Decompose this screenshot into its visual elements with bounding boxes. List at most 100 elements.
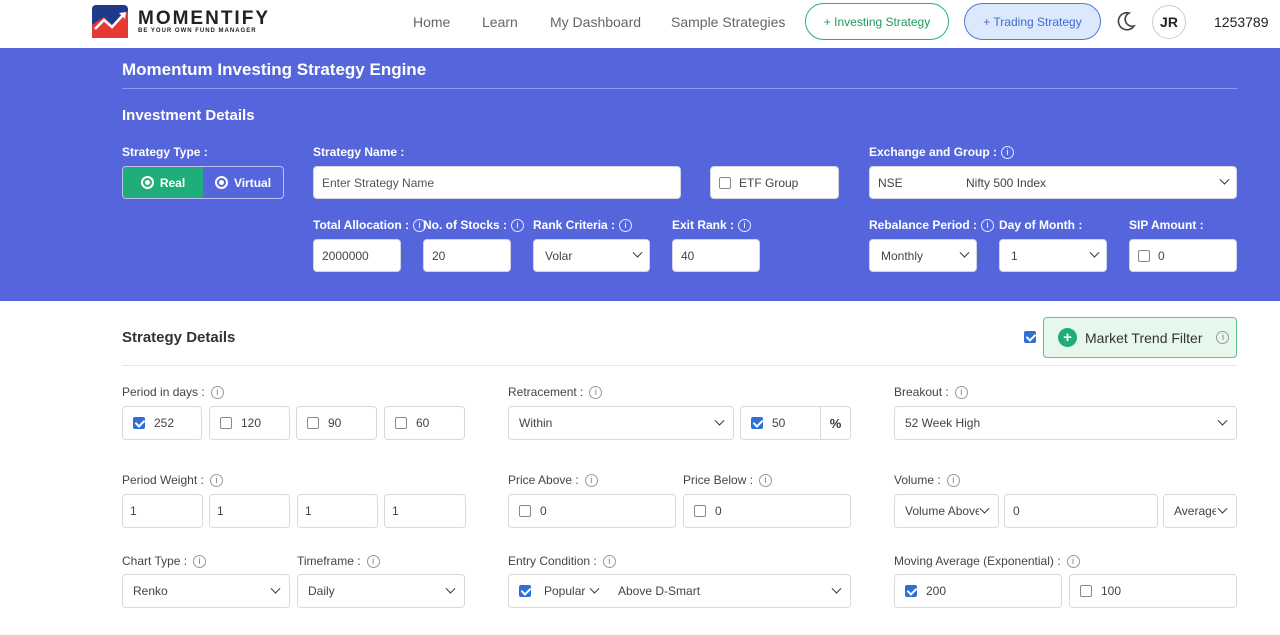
dark-mode-moon-icon[interactable] [1115, 10, 1137, 32]
info-icon[interactable]: i [1216, 331, 1230, 344]
checkbox-icon[interactable] [307, 417, 319, 429]
info-icon[interactable]: i [738, 218, 752, 232]
info-icon[interactable]: i [210, 385, 224, 399]
real-option[interactable]: Real [123, 167, 203, 198]
chevron-down-icon [831, 583, 842, 594]
period-in-days-label: Period in days :i [122, 385, 224, 399]
checkbox-checked-icon[interactable] [519, 585, 531, 597]
brand-tagline: BE YOUR OWN FUND MANAGER [138, 28, 257, 34]
chevron-down-icon [1217, 503, 1228, 514]
strategy-details-heading: Strategy Details [122, 329, 236, 346]
weight-4-input[interactable]: 1 [384, 494, 466, 528]
price-below-label: Price Below :i [683, 473, 773, 487]
exit-rank-input[interactable]: 40 [672, 239, 760, 272]
info-icon[interactable]: i [954, 385, 968, 399]
period-252-field[interactable]: 252 [122, 406, 202, 440]
checkbox-checked-icon[interactable] [751, 417, 763, 429]
day-of-month-select[interactable]: 1 [999, 239, 1107, 272]
retracement-mode-select[interactable]: Within [508, 406, 734, 440]
checkbox-icon[interactable] [220, 417, 232, 429]
info-icon[interactable]: i [584, 473, 598, 487]
investing-strategy-button[interactable]: + Investing Strategy [805, 3, 949, 40]
exchange-group-select[interactable]: NSE Nifty 500 Index [869, 166, 1237, 199]
nav-sample-strategies[interactable]: Sample Strategies [671, 14, 785, 30]
user-avatar[interactable]: JR [1152, 5, 1186, 39]
retracement-value-field[interactable]: 50% [740, 406, 851, 440]
strategy-type-label: Strategy Type : [122, 145, 208, 159]
checkbox-icon[interactable] [395, 417, 407, 429]
momentify-logo-icon[interactable] [92, 5, 128, 38]
total-allocation-input[interactable]: 2000000 [313, 239, 401, 272]
info-icon[interactable]: i [981, 218, 995, 232]
moving-average-label: Moving Average (Exponential) :i [894, 554, 1080, 568]
info-icon[interactable]: i [209, 473, 223, 487]
volume-mode-select[interactable]: Volume Above [894, 494, 999, 528]
virtual-option[interactable]: Virtual [203, 167, 283, 198]
info-icon[interactable]: i [511, 218, 525, 232]
nav-my-dashboard[interactable]: My Dashboard [550, 14, 641, 30]
total-allocation-label: Total Allocation :i [313, 218, 426, 232]
radio-icon [214, 176, 228, 189]
sip-amount-field[interactable]: 0 [1129, 239, 1237, 272]
brand-name[interactable]: MOMENTIFY [138, 8, 270, 30]
checkbox-icon[interactable] [719, 176, 731, 189]
entry-condition-label: Entry Condition :i [508, 554, 616, 568]
info-icon[interactable]: i [193, 554, 207, 568]
weight-3-input[interactable]: 1 [297, 494, 378, 528]
info-icon[interactable]: i [1001, 145, 1015, 159]
group-value: Nifty 500 Index [966, 175, 1047, 190]
percent-unit: % [820, 407, 850, 439]
market-trend-filter-checkbox[interactable] [1024, 331, 1036, 343]
nav-home[interactable]: Home [413, 14, 450, 30]
market-trend-filter-button[interactable]: + Market Trend Filter i [1043, 317, 1237, 358]
checkbox-icon[interactable] [1138, 249, 1150, 262]
timeframe-select[interactable]: Daily [297, 574, 465, 608]
breakout-select[interactable]: 52 Week High [894, 406, 1237, 440]
nav-learn[interactable]: Learn [482, 14, 518, 30]
checkbox-checked-icon[interactable] [133, 417, 145, 429]
price-above-field[interactable]: 0 [508, 494, 676, 528]
entry-category-select[interactable]: Popular [544, 583, 610, 598]
info-icon[interactable]: i [1066, 554, 1080, 568]
checkbox-icon[interactable] [694, 505, 706, 517]
checkbox-icon[interactable] [1080, 585, 1092, 597]
ma-200-field[interactable]: 200 [894, 574, 1062, 608]
plus-circle-icon: + [1058, 328, 1077, 347]
checkbox-checked-icon[interactable] [905, 585, 917, 597]
user-id: 1253789 [1214, 14, 1269, 30]
chevron-down-icon [1217, 415, 1228, 426]
period-90-field[interactable]: 90 [296, 406, 377, 440]
etf-group-checkbox[interactable]: ETF Group [710, 166, 839, 199]
info-icon[interactable]: i [759, 473, 773, 487]
info-icon[interactable]: i [619, 218, 633, 232]
rank-criteria-select[interactable]: Volar [533, 239, 650, 272]
entry-condition-field[interactable]: Popular Above D-Smart [508, 574, 851, 608]
entry-value-select[interactable]: Above D-Smart [618, 583, 842, 598]
volume-aggregate-select[interactable]: Average [1163, 494, 1237, 528]
info-icon[interactable]: i [602, 554, 616, 568]
trading-strategy-button[interactable]: + Trading Strategy [964, 3, 1101, 40]
strategy-name-input[interactable]: Enter Strategy Name [313, 166, 681, 199]
chevron-down-icon [1219, 174, 1230, 185]
weight-2-input[interactable]: 1 [209, 494, 290, 528]
page-title: Momentum Investing Strategy Engine [122, 60, 427, 79]
weight-1-input[interactable]: 1 [122, 494, 203, 528]
chart-type-select[interactable]: Renko [122, 574, 290, 608]
investment-details-heading: Investment Details [122, 107, 255, 124]
volume-value-input[interactable]: 0 [1004, 494, 1158, 528]
info-icon[interactable]: i [589, 385, 603, 399]
radio-selected-icon [140, 176, 154, 189]
period-120-field[interactable]: 120 [209, 406, 290, 440]
exchange-value: NSE [878, 175, 903, 190]
sip-amount-label: SIP Amount : [1129, 218, 1204, 232]
period-60-field[interactable]: 60 [384, 406, 465, 440]
price-below-field[interactable]: 0 [683, 494, 851, 528]
checkbox-icon[interactable] [519, 505, 531, 517]
num-stocks-input[interactable]: 20 [423, 239, 511, 272]
rebalance-period-label: Rebalance Period :i [869, 218, 995, 232]
info-icon[interactable]: i [366, 554, 380, 568]
chevron-down-icon [979, 503, 990, 514]
info-icon[interactable]: i [946, 473, 960, 487]
rebalance-period-select[interactable]: Monthly [869, 239, 977, 272]
ma-100-field[interactable]: 100 [1069, 574, 1237, 608]
